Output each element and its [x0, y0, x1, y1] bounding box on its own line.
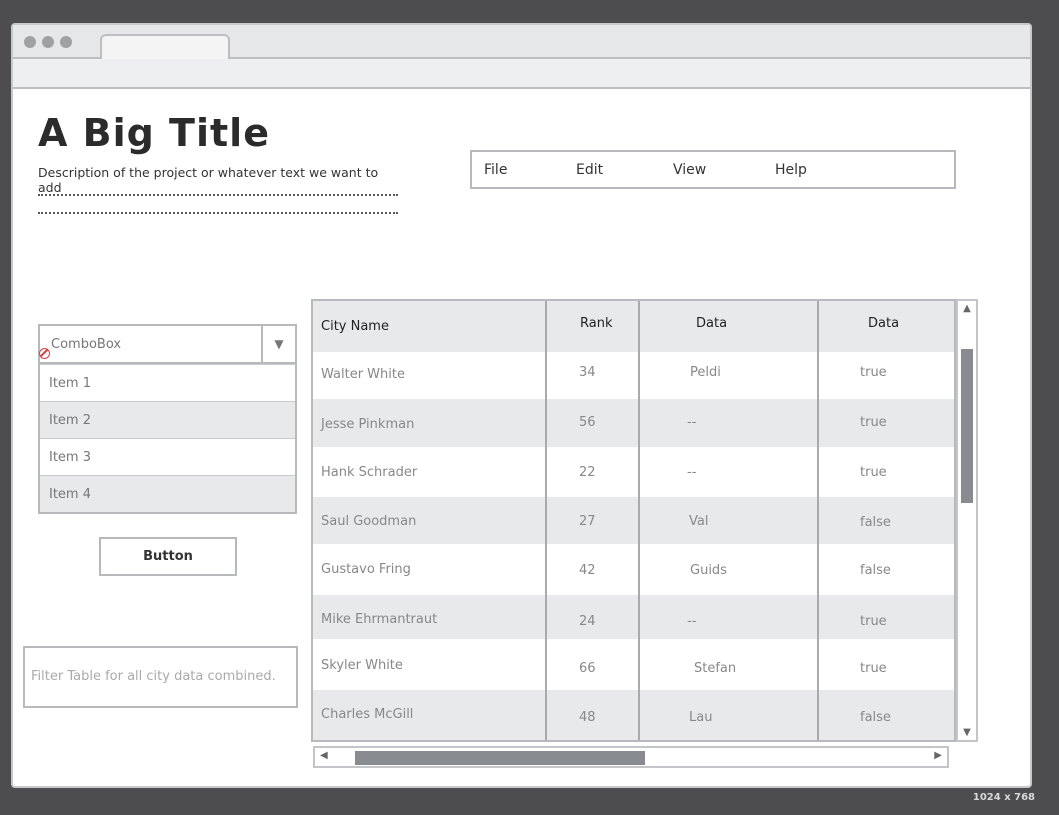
- menu-item-help[interactable]: Help: [775, 162, 807, 178]
- table-cell: Guids: [690, 563, 727, 578]
- column-header-rank[interactable]: Rank: [580, 316, 612, 331]
- table-cell: 22: [579, 465, 596, 480]
- window-dot-icon[interactable]: [60, 36, 72, 48]
- scroll-down-icon[interactable]: ▼: [958, 727, 976, 738]
- canvas-size-label: 1024 x 768: [972, 792, 1035, 803]
- table-cell: 66: [579, 661, 596, 676]
- list-item[interactable]: Item 3: [40, 438, 295, 475]
- table-cell: 34: [579, 365, 596, 380]
- table-cell: 48: [579, 710, 596, 725]
- list-item[interactable]: Item 4: [40, 475, 295, 512]
- menu-item-view[interactable]: View: [673, 162, 706, 178]
- menu-item-file[interactable]: File: [484, 162, 507, 178]
- menu-bar: File Edit View Help: [470, 150, 956, 189]
- table-cell: Stefan: [694, 661, 737, 676]
- table-cell: true: [860, 614, 887, 629]
- column-header-city-name[interactable]: City Name: [321, 319, 389, 334]
- scroll-left-icon[interactable]: ◀: [320, 750, 328, 761]
- table-cell: false: [860, 710, 891, 725]
- table-cell: Peldi: [690, 365, 721, 380]
- table-cell: false: [860, 563, 891, 578]
- action-button[interactable]: Button: [99, 537, 237, 576]
- window-dot-icon[interactable]: [42, 36, 54, 48]
- column-header-data[interactable]: Data: [696, 316, 727, 331]
- table-cell: true: [860, 465, 887, 480]
- table-cell: false: [860, 515, 891, 530]
- table-cell: Charles McGill: [321, 707, 414, 722]
- combobox-list: Item 1 Item 2 Item 3 Item 4: [38, 364, 297, 514]
- column-divider: [817, 301, 819, 740]
- table-cell: Walter White: [321, 367, 405, 382]
- table-cell: Mike Ehrmantraut: [321, 612, 438, 627]
- table-cell: Lau: [689, 710, 713, 725]
- table-cell: --: [687, 415, 697, 430]
- combobox-label: ComboBox: [51, 337, 122, 352]
- table-cell: Jesse Pinkman: [321, 417, 415, 432]
- table-cell: true: [860, 415, 887, 430]
- data-table: City Name Rank Data Data Walter White 34…: [311, 299, 956, 742]
- horizontal-scroll-thumb[interactable]: [355, 751, 645, 765]
- table-cell: --: [687, 465, 697, 480]
- table-header: [313, 301, 954, 352]
- vertical-scrollbar[interactable]: ▲ ▼: [956, 299, 978, 742]
- browser-tab[interactable]: [100, 34, 230, 59]
- vertical-scroll-thumb[interactable]: [961, 349, 973, 503]
- table-cell: Gustavo Fring: [321, 562, 411, 577]
- table-cell: Val: [689, 514, 709, 529]
- scroll-up-icon[interactable]: ▲: [958, 303, 976, 314]
- dotted-divider: [38, 194, 398, 196]
- filter-input[interactable]: Filter Table for all city data combined.: [23, 646, 298, 708]
- table-cell: true: [860, 661, 887, 676]
- address-bar[interactable]: [13, 59, 1030, 89]
- table-cell: 27: [579, 514, 596, 529]
- table-cell: Saul Goodman: [321, 514, 417, 529]
- combobox[interactable]: ComboBox ▼: [38, 324, 297, 364]
- table-cell: Hank Schrader: [321, 465, 418, 480]
- page-title: A Big Title: [38, 111, 270, 155]
- column-header-data-2[interactable]: Data: [868, 316, 899, 331]
- table-cell: 56: [579, 415, 596, 430]
- column-divider: [638, 301, 640, 740]
- table-cell: 24: [579, 614, 596, 629]
- error-icon: [39, 348, 50, 359]
- column-divider: [545, 301, 547, 740]
- window-dot-icon[interactable]: [24, 36, 36, 48]
- horizontal-scrollbar[interactable]: ◀ ▶: [313, 746, 949, 768]
- table-cell: true: [860, 365, 887, 380]
- dotted-divider: [38, 212, 398, 214]
- list-item[interactable]: Item 2: [40, 401, 295, 438]
- browser-titlebar: [13, 25, 1030, 59]
- table-cell: 42: [579, 563, 596, 578]
- table-cell: Skyler White: [321, 658, 403, 673]
- chevron-down-icon[interactable]: ▼: [261, 326, 295, 362]
- scroll-right-icon[interactable]: ▶: [934, 750, 942, 761]
- table-cell: --: [687, 614, 697, 629]
- list-item[interactable]: Item 1: [40, 364, 295, 401]
- page-description: Description of the project or whatever t…: [38, 165, 379, 195]
- menu-item-edit[interactable]: Edit: [576, 162, 603, 178]
- browser-window: A Big Title Description of the project o…: [11, 23, 1032, 788]
